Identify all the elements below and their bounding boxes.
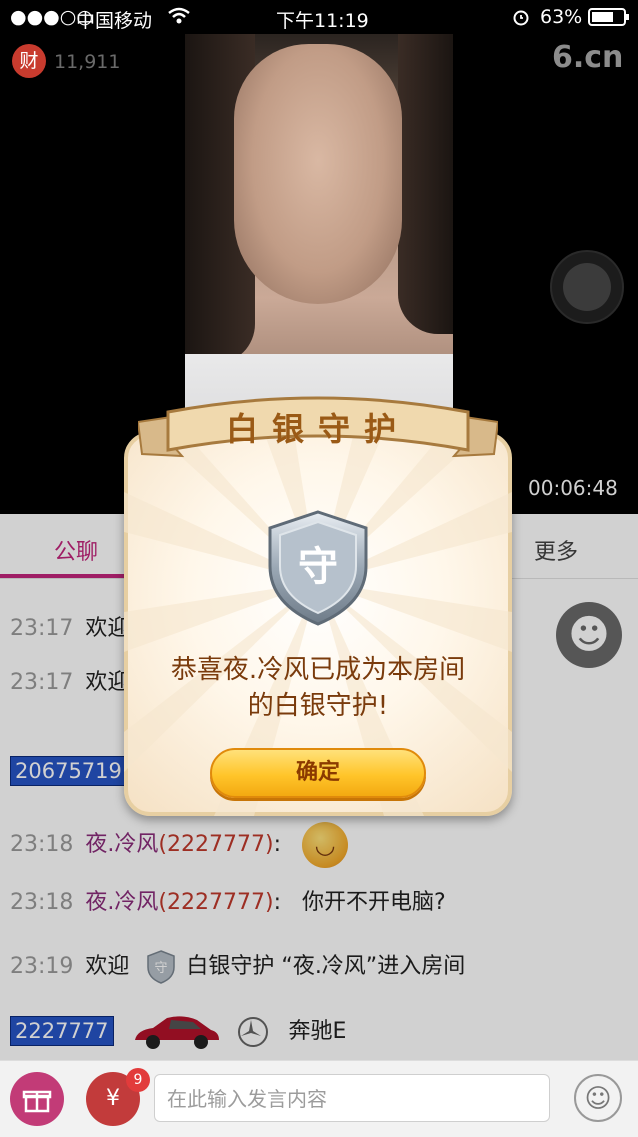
- battery-percent: 63%: [540, 6, 583, 28]
- alarm-icon: [512, 8, 530, 31]
- wealth-badge: 财: [12, 44, 46, 78]
- status-bar: ●●●○○ 中国移动 下午11:19 63%: [0, 0, 638, 34]
- yuan-icon: ¥: [106, 1086, 120, 1111]
- clock: 下午11:19: [276, 10, 369, 32]
- elapsed-time: 00:06:48: [528, 476, 618, 500]
- fans-count: 11,911: [54, 51, 121, 73]
- battery-icon: [588, 8, 630, 31]
- record-button[interactable]: [550, 250, 624, 324]
- dialog-message-line: 的白银守护!: [247, 691, 389, 721]
- site-logo: 6.cn: [552, 40, 624, 75]
- streamer-face: [234, 44, 402, 304]
- dialog-title: 白银守护: [225, 410, 410, 448]
- chat-input[interactable]: 在此输入发言内容: [154, 1074, 550, 1122]
- wifi-icon: [168, 7, 190, 30]
- silver-guard-shield-icon: 守: [258, 508, 378, 628]
- emoji-picker-icon[interactable]: ☺: [574, 1074, 622, 1122]
- silver-guard-dialog: 白银守护 守 恭喜夜.冷风已成为本房间 的白银守护! 确定: [124, 396, 512, 816]
- gift-icon[interactable]: [10, 1072, 64, 1126]
- record-icon: [563, 263, 611, 311]
- video-detail: [398, 34, 453, 334]
- dialog-message-line: 恭喜夜.冷风已成为本房间: [170, 655, 466, 685]
- shield-character: 守: [298, 544, 338, 590]
- carrier-name: 中国移动: [76, 10, 153, 32]
- dialog-message: 恭喜夜.冷风已成为本房间 的白银守护!: [124, 652, 512, 724]
- red-packet-count-badge: 9: [126, 1068, 150, 1092]
- confirm-button[interactable]: 确定: [210, 748, 426, 798]
